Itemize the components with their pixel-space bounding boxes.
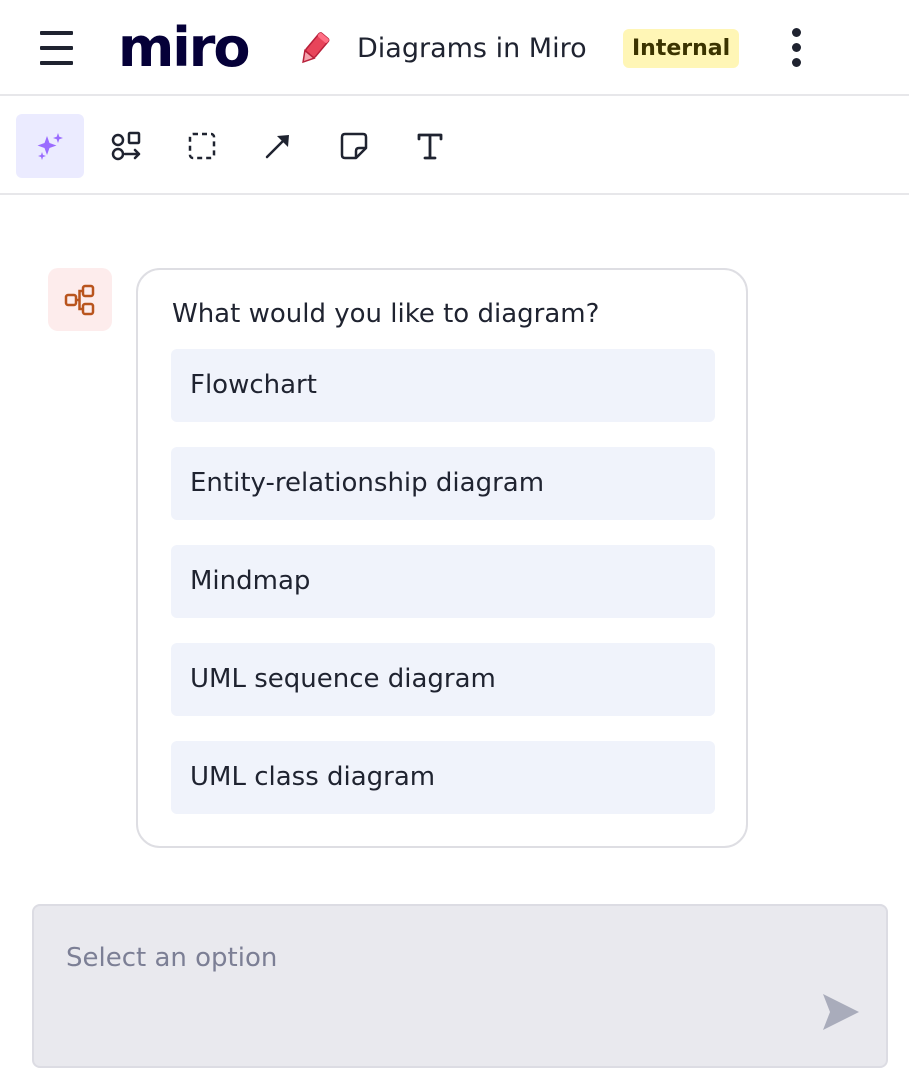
message-card: What would you like to diagram? Flowchar… bbox=[136, 268, 748, 848]
pencil-icon[interactable] bbox=[296, 30, 332, 72]
message-input[interactable] bbox=[66, 936, 766, 980]
option-flowchart[interactable]: Flowchart bbox=[171, 349, 715, 422]
text-tool[interactable] bbox=[396, 114, 464, 178]
miro-logo: miro bbox=[118, 16, 251, 79]
status-badge: Internal bbox=[623, 29, 740, 68]
ai-sparkles-tool[interactable] bbox=[16, 114, 84, 178]
more-vertical-icon[interactable] bbox=[784, 26, 810, 70]
send-icon[interactable] bbox=[818, 990, 862, 1034]
option-uml-class[interactable]: UML class diagram bbox=[171, 741, 715, 814]
diagram-shapes-tool[interactable] bbox=[92, 114, 160, 178]
frame-select-tool[interactable] bbox=[168, 114, 236, 178]
option-entity-relationship[interactable]: Entity-relationship diagram bbox=[171, 447, 715, 520]
arrow-icon bbox=[265, 135, 289, 159]
diagram-icon bbox=[64, 284, 95, 315]
menu-icon[interactable] bbox=[40, 31, 73, 65]
sticky-note-tool[interactable] bbox=[320, 114, 388, 178]
shapes-connector-icon bbox=[111, 131, 141, 161]
sparkles-icon bbox=[37, 133, 63, 160]
question-text: What would you like to diagram? bbox=[172, 299, 600, 329]
text-icon bbox=[417, 133, 443, 160]
option-mindmap[interactable]: Mindmap bbox=[171, 545, 715, 618]
top-bar: miro Diagrams in Miro Internal bbox=[0, 0, 909, 96]
message-composer bbox=[32, 904, 888, 1068]
sticky-note-icon bbox=[340, 132, 368, 160]
toolbar bbox=[0, 96, 909, 195]
board-title[interactable]: Diagrams in Miro bbox=[357, 30, 587, 68]
frame-dashed-icon bbox=[188, 132, 216, 160]
connector-arrow-tool[interactable] bbox=[244, 114, 312, 178]
option-uml-sequence[interactable]: UML sequence diagram bbox=[171, 643, 715, 716]
assistant-avatar bbox=[48, 268, 112, 331]
